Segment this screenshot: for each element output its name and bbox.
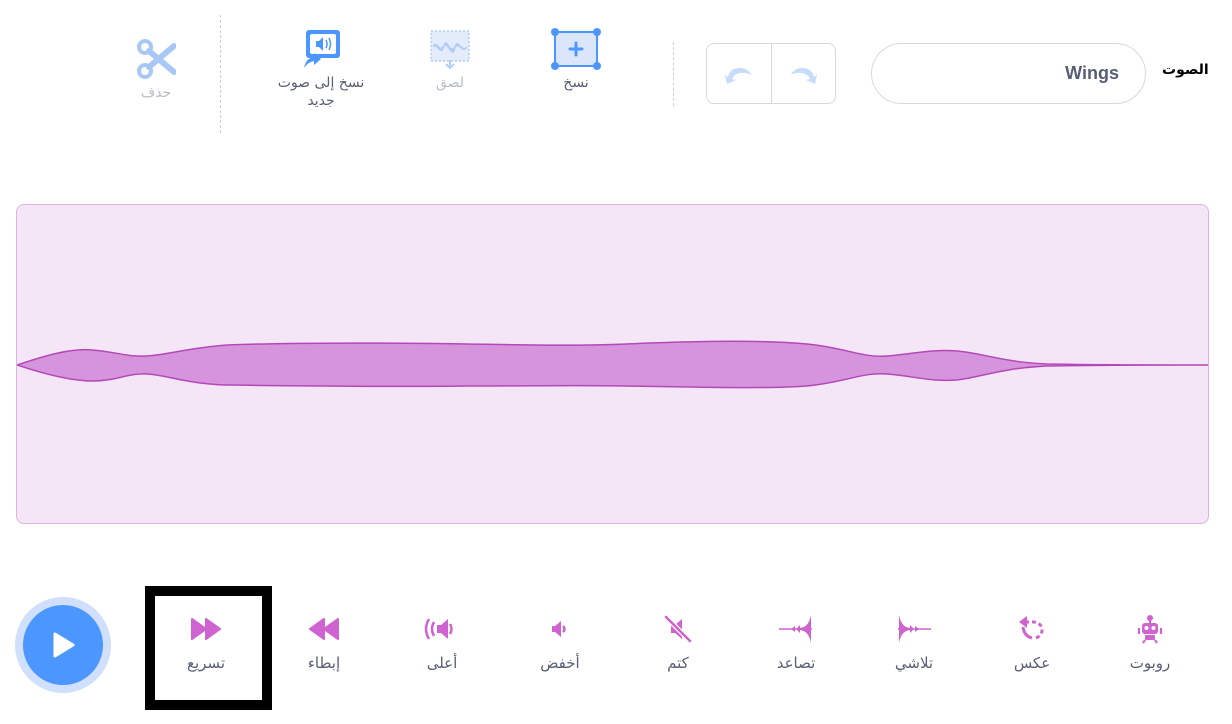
undo-redo-group bbox=[706, 43, 836, 104]
delete-button[interactable]: حذف bbox=[120, 38, 192, 102]
paste-label: لصق bbox=[435, 75, 465, 91]
effect-softer-button[interactable]: أخفض bbox=[520, 614, 600, 672]
effect-fade-out-button[interactable]: تلاشي bbox=[874, 614, 954, 672]
effect-reverse-label: عكس bbox=[1013, 654, 1051, 672]
waveform bbox=[17, 340, 1208, 389]
sound-name-input[interactable] bbox=[871, 43, 1146, 104]
fade-out-icon bbox=[898, 615, 931, 643]
effect-softer-label: أخفض bbox=[540, 654, 580, 672]
paste-icon bbox=[430, 30, 470, 70]
effect-fade-in-label: تصاعد bbox=[776, 654, 816, 672]
softer-icon bbox=[552, 621, 566, 637]
louder-icon bbox=[424, 618, 453, 640]
copy-button[interactable]: نسخ bbox=[540, 28, 612, 92]
effect-mute-label: كتم bbox=[667, 654, 689, 672]
reverse-icon bbox=[1019, 616, 1044, 640]
copy-to-new-button[interactable]: نسخ إلى صوت جديد bbox=[262, 28, 380, 110]
toolbar-divider bbox=[220, 15, 221, 133]
undo-button[interactable] bbox=[707, 44, 771, 103]
undo-icon bbox=[724, 67, 751, 84]
toolbar-divider bbox=[673, 42, 674, 106]
redo-button[interactable] bbox=[770, 44, 836, 103]
play-icon bbox=[53, 632, 75, 658]
redo-icon bbox=[791, 67, 818, 84]
effect-mute-button[interactable]: كتم bbox=[638, 614, 718, 672]
effect-fade-out-label: تلاشي bbox=[894, 654, 934, 672]
waveform-editor[interactable] bbox=[16, 204, 1209, 524]
effect-fade-in-button[interactable]: تصاعد bbox=[756, 614, 836, 672]
effect-robot-label: روبوت bbox=[1129, 654, 1171, 672]
robot-icon bbox=[1137, 615, 1163, 644]
play-button[interactable] bbox=[15, 597, 111, 693]
effect-louder-button[interactable]: أعلى bbox=[402, 614, 482, 672]
effect-slower-button[interactable]: إبطاء bbox=[284, 614, 364, 672]
effect-slower-label: إبطاء bbox=[307, 654, 341, 672]
sound-name-label: الصوت bbox=[1162, 62, 1209, 78]
copy-to-new-icon bbox=[304, 30, 340, 68]
fade-in-icon bbox=[779, 615, 812, 643]
slower-icon bbox=[309, 618, 339, 640]
effect-robot-button[interactable]: روبوت bbox=[1110, 614, 1190, 672]
effect-reverse-button[interactable]: عكس bbox=[992, 614, 1072, 672]
mute-icon bbox=[664, 615, 692, 643]
copy-selection-icon bbox=[551, 28, 601, 70]
highlight-box bbox=[145, 586, 272, 710]
paste-button[interactable]: لصق bbox=[414, 28, 486, 92]
delete-label: حذف bbox=[140, 85, 172, 101]
scissors-icon bbox=[137, 39, 176, 79]
copy-to-new-label: نسخ إلى صوت جديد bbox=[277, 75, 365, 109]
copy-label: نسخ bbox=[563, 75, 589, 91]
effect-louder-label: أعلى bbox=[426, 654, 458, 672]
